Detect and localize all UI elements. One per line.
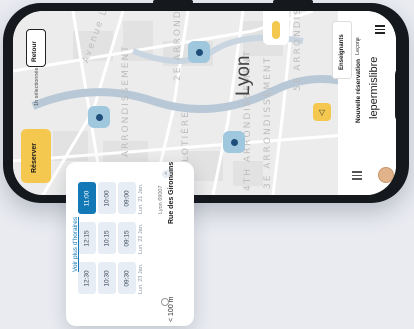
walk-icon bbox=[161, 298, 169, 306]
time-slot[interactable]: 09:30 bbox=[118, 262, 136, 294]
distance-label: < 100 m bbox=[168, 296, 175, 323]
warning-triangle-icon[interactable]: ▽ bbox=[313, 103, 331, 121]
reserve-button[interactable]: Réserver bbox=[21, 129, 51, 183]
time-slot[interactable]: 10:15 bbox=[98, 222, 116, 254]
selection-count: 1h sélectionnée bbox=[34, 67, 40, 106]
volume-button bbox=[153, 0, 193, 4]
avatar[interactable] bbox=[378, 167, 394, 183]
day-header: Lun. 22 Jan. bbox=[138, 223, 144, 254]
place-address: Lyon 69007 bbox=[158, 185, 164, 214]
reserve-button-label: Réserver bbox=[31, 143, 38, 173]
time-slot[interactable]: 10:30 bbox=[98, 262, 116, 294]
day-header: Lun. 23 Jan. bbox=[138, 263, 144, 294]
return-button-label: Retour bbox=[31, 41, 38, 62]
time-slot-selected[interactable]: 11:00 bbox=[78, 182, 96, 214]
list-icon[interactable] bbox=[352, 171, 362, 180]
back-link[interactable]: Leçons bbox=[355, 37, 361, 55]
return-button[interactable]: Retour bbox=[26, 29, 46, 67]
city-label: Lyon bbox=[233, 55, 254, 97]
district-label: 3E ARRONDISSEMENT bbox=[263, 55, 273, 189]
day-header: Lun. 21 Jan. bbox=[138, 183, 144, 214]
district-label: 2E ARRONDISSEMENT DE LYON bbox=[173, 11, 183, 81]
filter-dropdown-label: Enseignants bbox=[339, 34, 345, 70]
time-slot[interactable]: 09:00 bbox=[118, 182, 136, 214]
location-pin[interactable] bbox=[188, 41, 210, 63]
time-slot[interactable]: 10:00 bbox=[98, 182, 116, 214]
phone-notch bbox=[395, 65, 409, 125]
booking-card: Rue des Girondins Lyon 69007 < 100 m ‹ L… bbox=[66, 162, 194, 326]
time-slot[interactable]: 12:15 bbox=[78, 222, 96, 254]
chevron-up-icon[interactable]: ‹ bbox=[162, 170, 170, 178]
filter-dropdown[interactable]: Enseignants bbox=[332, 21, 352, 79]
page-title: Nouvelle réservation bbox=[355, 59, 362, 123]
menu-icon[interactable] bbox=[375, 25, 385, 34]
map-toggle-panel bbox=[263, 11, 289, 45]
more-hours-link[interactable]: Voir plus d'horaires bbox=[72, 217, 79, 272]
power-button bbox=[273, 0, 313, 4]
location-pin[interactable] bbox=[223, 131, 245, 153]
phone-frame: Avenue Leclerc 2E ARRONDISSEMENT DE LYON… bbox=[3, 0, 409, 203]
time-slot[interactable]: 12:30 bbox=[78, 262, 96, 294]
app-header: lepermislibre Nouvelle réservation ‹ Leç… bbox=[332, 11, 396, 195]
brand-logo: lepermislibre bbox=[368, 56, 380, 119]
time-slot[interactable]: 09:15 bbox=[118, 222, 136, 254]
location-pin[interactable] bbox=[88, 106, 110, 128]
district-label: 5E ARRONDISSEMENT DE LYON bbox=[293, 11, 303, 91]
map-toggle-switch[interactable] bbox=[272, 21, 280, 39]
action-column: Retour 1h sélectionnée Réserver bbox=[21, 11, 61, 195]
